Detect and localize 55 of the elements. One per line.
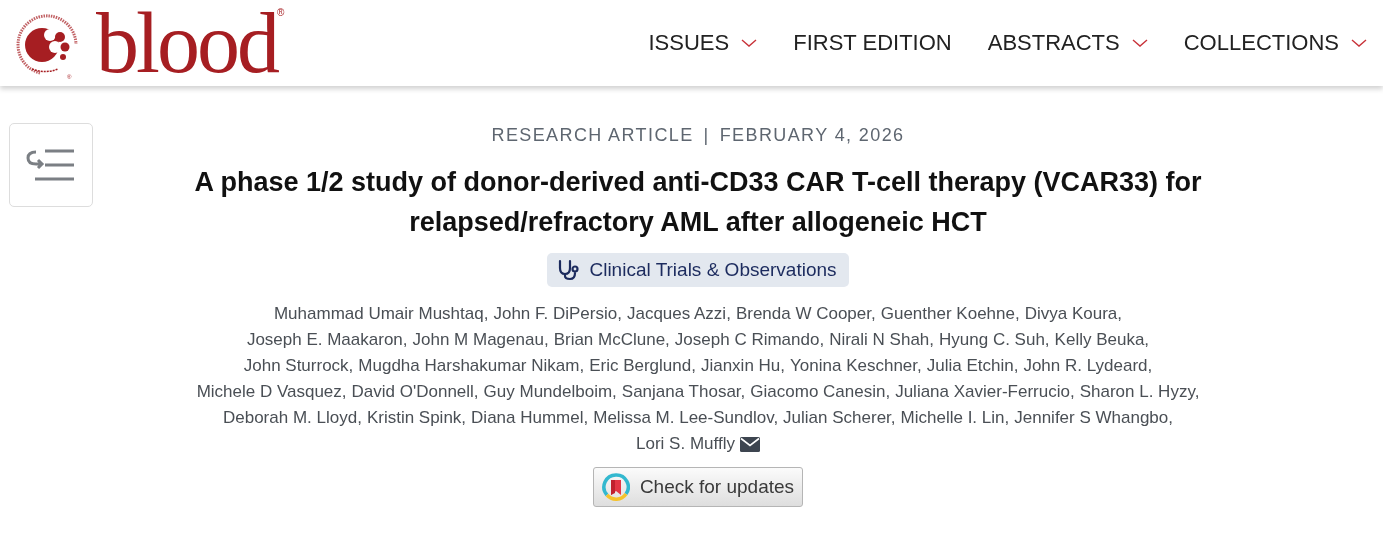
- author-link[interactable]: Muhammad Umair Mushtaq,: [273, 301, 489, 327]
- check-for-updates-button[interactable]: Check for updates: [592, 467, 804, 507]
- author-link[interactable]: John M Magenau,: [412, 327, 549, 353]
- article-title: A phase 1/2 study of donor-derived anti-CD33 CAR T-cell therapy (VCAR33) for relapsed/refractory AML after allogeneic HCT: [193, 166, 1203, 239]
- envelope-icon[interactable]: [739, 436, 760, 452]
- author-link[interactable]: John R. Lydeard,: [1023, 353, 1153, 379]
- chevron-down-icon: [741, 38, 758, 48]
- chevron-down-icon: [1131, 38, 1148, 48]
- author-link[interactable]: Juliana Xavier-Ferrucio,: [895, 379, 1075, 405]
- author-link[interactable]: Giacomo Canesin,: [750, 379, 891, 405]
- update-badge-icon: [601, 473, 630, 501]
- nav-link[interactable]: FIRST EDITION: [793, 30, 952, 56]
- separator: |: [703, 125, 710, 146]
- list-return-icon: [26, 148, 76, 182]
- author-link[interactable]: Guenther Koehne,: [880, 301, 1020, 327]
- nav-link[interactable]: ISSUES: [648, 30, 758, 56]
- nav-link[interactable]: ABSTRACTS: [987, 30, 1148, 56]
- author-link[interactable]: Eric Berglund,: [589, 353, 696, 379]
- publication-date: FEBRUARY 4, 2026: [719, 125, 905, 146]
- author-link[interactable]: Jennifer S Whangbo,: [1014, 405, 1173, 431]
- author-link[interactable]: Divya Koura,: [1024, 301, 1122, 327]
- author-link[interactable]: Michelle I. Lin,: [900, 405, 1010, 431]
- article-type: RESEARCH ARTICLE: [491, 125, 694, 146]
- author-link[interactable]: Sanjana Thosar,: [621, 379, 746, 405]
- author-link[interactable]: Sharon L. Hyzy,: [1079, 379, 1200, 405]
- registered-mark: ®: [276, 7, 285, 18]
- author-link[interactable]: Nirali N Shah,: [829, 327, 935, 353]
- author-link[interactable]: Deborah M. Lloyd,: [222, 405, 362, 431]
- author-link[interactable]: Hyung C. Suh,: [939, 327, 1050, 353]
- author-link[interactable]: Diana Hummel,: [471, 405, 589, 431]
- author-link[interactable]: Melissa M. Lee-Sundlov,: [593, 405, 779, 431]
- author-link[interactable]: Guy Mundelboim,: [483, 379, 617, 405]
- author-link[interactable]: Brenda W Cooper,: [735, 301, 876, 327]
- author-link[interactable]: Lori S. Muffly: [636, 431, 735, 457]
- author-link[interactable]: Jacques Azzi,: [626, 301, 731, 327]
- author-link[interactable]: Julian Scherer,: [783, 405, 896, 431]
- author-link[interactable]: David O'Donnell,: [351, 379, 479, 405]
- stethoscope-icon: [557, 259, 580, 281]
- author-link[interactable]: Kelly Beuka,: [1054, 327, 1150, 353]
- author-link[interactable]: Michele D Vasquez,: [196, 379, 347, 405]
- author-link[interactable]: Kristin Spink,: [366, 405, 467, 431]
- author-link[interactable]: Yonina Keschner,: [790, 353, 922, 379]
- author-link[interactable]: Brian McClune,: [553, 327, 670, 353]
- author-link[interactable]: John Sturrock,: [243, 353, 354, 379]
- author-link[interactable]: Joseph E. Maakaron,: [246, 327, 408, 353]
- author-link[interactable]: Jianxin Hu,: [700, 353, 786, 379]
- author-link[interactable]: Joseph C Rimando,: [674, 327, 825, 353]
- outline-toggle-button[interactable]: [9, 123, 93, 207]
- category-tag[interactable]: Clinical Trials & Observations: [547, 253, 849, 287]
- author-link[interactable]: Julia Etchin,: [926, 353, 1019, 379]
- author-link[interactable]: Mugdha Harshakumar Nikam,: [358, 353, 585, 379]
- chevron-down-icon: [1351, 38, 1367, 48]
- nav-link[interactable]: COLLECTIONS: [1183, 30, 1367, 56]
- author-link[interactable]: John F. DiPersio,: [493, 301, 622, 327]
- wordmark: blood: [96, 5, 277, 81]
